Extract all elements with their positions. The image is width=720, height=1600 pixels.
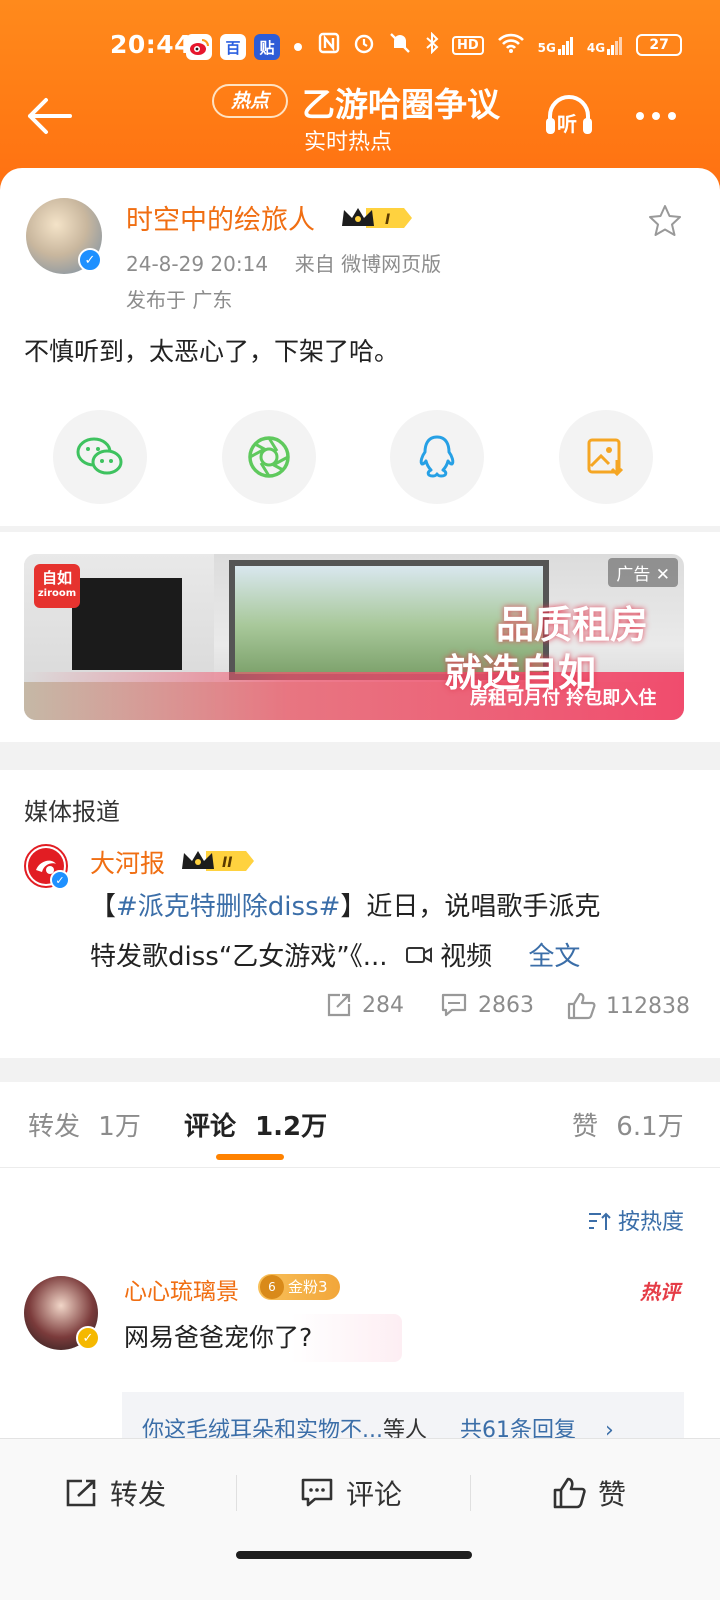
post-datetime: 24-8-29 20:14 bbox=[126, 252, 269, 276]
mute-icon bbox=[388, 32, 412, 58]
ad-tv-graphic bbox=[72, 578, 182, 670]
signal-4g-icon: 4G bbox=[587, 35, 623, 55]
alarm-icon bbox=[353, 32, 375, 58]
post-card: ✓ 时空中的绘旅人 I 24-8-29 20:14 来自 微博网页版 发布于 广… bbox=[0, 168, 720, 526]
repost-icon bbox=[66, 1479, 96, 1507]
bottom-repost-button[interactable]: 转发 bbox=[64, 1473, 166, 1513]
svg-text:II: II bbox=[222, 855, 232, 871]
weibo-app-icon bbox=[186, 34, 212, 60]
commenter-name[interactable]: 心心琉璃景 bbox=[124, 1272, 239, 1306]
hot-comment-badge: 热评 bbox=[640, 1280, 680, 1304]
media-stats: 284 2863 112838 bbox=[0, 992, 720, 1028]
bottom-comment-button[interactable]: 评论 bbox=[300, 1473, 402, 1513]
media-comment-stat[interactable]: 2863 bbox=[440, 992, 534, 1018]
comment-icon bbox=[301, 1478, 333, 1507]
tieba-app-icon: 贴 bbox=[254, 34, 280, 60]
bluetooth-icon bbox=[425, 31, 439, 58]
ad-subline: 房租可月付 拎包即入住 bbox=[470, 688, 657, 709]
more-options-icon[interactable] bbox=[634, 110, 678, 122]
share-row bbox=[0, 410, 720, 506]
full-text-link[interactable]: 全文 bbox=[528, 942, 580, 972]
post-meta: 24-8-29 20:14 来自 微博网页版 bbox=[126, 248, 441, 277]
post-source: 来自 微博网页版 bbox=[294, 252, 442, 276]
notification-dot-icon bbox=[294, 43, 302, 51]
save-image-button[interactable] bbox=[559, 410, 653, 504]
active-tab-indicator bbox=[216, 1154, 284, 1160]
post-location: 发布于 广东 bbox=[126, 288, 233, 312]
share-wechat-button[interactable] bbox=[53, 410, 147, 504]
listen-label: 听 bbox=[557, 112, 577, 136]
baidu-app-icon: 百 bbox=[220, 34, 246, 60]
nfc-icon bbox=[318, 32, 340, 58]
hd-icon: HD bbox=[452, 35, 484, 55]
fan-level-badge: 6 金粉3 bbox=[258, 1274, 340, 1300]
thumbs-up-icon bbox=[567, 992, 596, 1020]
status-time: 20:44 bbox=[110, 30, 193, 59]
post-content: 不慎听到，太恶心了，下架了哈。 bbox=[24, 337, 400, 366]
ziroom-logo: 自如 ziroom bbox=[34, 564, 80, 608]
hot-topic-badge: 热点 bbox=[212, 84, 288, 118]
outlet-crown-icon: II bbox=[182, 851, 254, 871]
verified-badge-icon: ✓ bbox=[78, 248, 102, 272]
comment-text: 网易爸爸宠你了? bbox=[124, 1314, 403, 1362]
member-crown-icon: I bbox=[342, 208, 412, 228]
share-moments-button[interactable] bbox=[222, 410, 316, 504]
sort-by-hot-button[interactable]: 按热度 bbox=[587, 1204, 684, 1236]
thumbs-up-icon bbox=[553, 1477, 586, 1509]
tab-comments[interactable]: 评论 1.2万 bbox=[184, 1106, 327, 1143]
qq-icon bbox=[419, 435, 455, 478]
media-section-title: 媒体报道 bbox=[24, 798, 120, 826]
back-arrow-icon[interactable] bbox=[26, 96, 72, 136]
bottom-divider bbox=[236, 1475, 237, 1511]
hashtag-link[interactable]: #派克特删除diss# bbox=[116, 892, 340, 922]
media-repost-stat[interactable]: 284 bbox=[326, 992, 404, 1018]
status-bar: 20:44 百 贴 HD 5G 4G 27 bbox=[0, 28, 720, 64]
status-app-icons: 百 贴 bbox=[186, 34, 302, 60]
commenter-verified-icon: ✓ bbox=[76, 1326, 100, 1350]
signal-5g-icon: 5G bbox=[538, 35, 574, 55]
comment-icon bbox=[441, 993, 467, 1017]
bottom-divider bbox=[470, 1475, 471, 1511]
video-camera-icon bbox=[405, 947, 432, 963]
media-report-section: 媒体报道 ✓ 大河报 II 【#派克特删除diss#】近日，说唱歌手派克 特发歌… bbox=[0, 770, 720, 1058]
author-name[interactable]: 时空中的绘旅人 bbox=[126, 198, 315, 237]
save-image-icon bbox=[587, 438, 624, 477]
video-link[interactable]: 视频 bbox=[405, 942, 501, 972]
outlet-verified-icon: ✓ bbox=[50, 870, 70, 890]
bottom-action-bar: 转发 评论 赞 bbox=[0, 1438, 720, 1600]
fan-badge-icon: 6 bbox=[260, 1275, 284, 1299]
ad-section: 自如 ziroom 广告 ✕ 品质租房 就选自如 房租可月付 拎包即入住 bbox=[0, 532, 720, 742]
ad-headline-1: 品质租房 bbox=[496, 603, 649, 647]
svg-text:I: I bbox=[385, 212, 390, 228]
ad-close-tag[interactable]: 广告 ✕ bbox=[608, 558, 678, 587]
media-text-line-2: 特发歌diss“乙女游戏”《... 视频 全文 bbox=[90, 942, 581, 972]
repost-icon bbox=[327, 993, 351, 1017]
listen-button[interactable]: 听 bbox=[544, 92, 594, 138]
share-qq-button[interactable] bbox=[390, 410, 484, 504]
moments-icon bbox=[248, 436, 290, 478]
outlet-avatar[interactable]: ✓ bbox=[24, 844, 70, 890]
wechat-icon bbox=[76, 437, 123, 475]
page-title: 乙游哈圈争议 bbox=[302, 85, 500, 124]
outlet-name[interactable]: 大河报 bbox=[90, 844, 165, 880]
favorite-star-icon[interactable] bbox=[648, 204, 682, 236]
media-like-stat[interactable]: 112838 bbox=[566, 992, 690, 1020]
interaction-tabs: 转发 1万 评论 1.2万 赞 6.1万 bbox=[0, 1082, 720, 1168]
ad-banner[interactable]: 自如 ziroom 广告 ✕ 品质租房 就选自如 房租可月付 拎包即入住 bbox=[24, 554, 684, 720]
bottom-like-button[interactable]: 赞 bbox=[552, 1473, 626, 1513]
status-system-icons: HD 5G 4G 27 bbox=[318, 31, 683, 58]
home-indicator bbox=[236, 1551, 472, 1559]
page-subtitle: 实时热点 bbox=[304, 130, 393, 155]
author-avatar[interactable]: ✓ bbox=[26, 198, 102, 274]
tab-reposts[interactable]: 转发 1万 bbox=[28, 1106, 141, 1143]
media-text-line-1: 【#派克特删除diss#】近日，说唱歌手派克 bbox=[90, 892, 601, 922]
tab-likes[interactable]: 赞 6.1万 bbox=[572, 1106, 684, 1143]
wifi-icon bbox=[497, 32, 525, 58]
battery-indicator: 27 bbox=[636, 34, 683, 56]
commenter-avatar[interactable]: ✓ bbox=[24, 1276, 100, 1350]
comments-section: 按热度 ✓ 心心琉璃景 6 金粉3 热评 网易爸爸宠你了? 你这毛绒耳朵和实物不… bbox=[0, 1168, 720, 1458]
sort-icon bbox=[588, 1212, 611, 1230]
